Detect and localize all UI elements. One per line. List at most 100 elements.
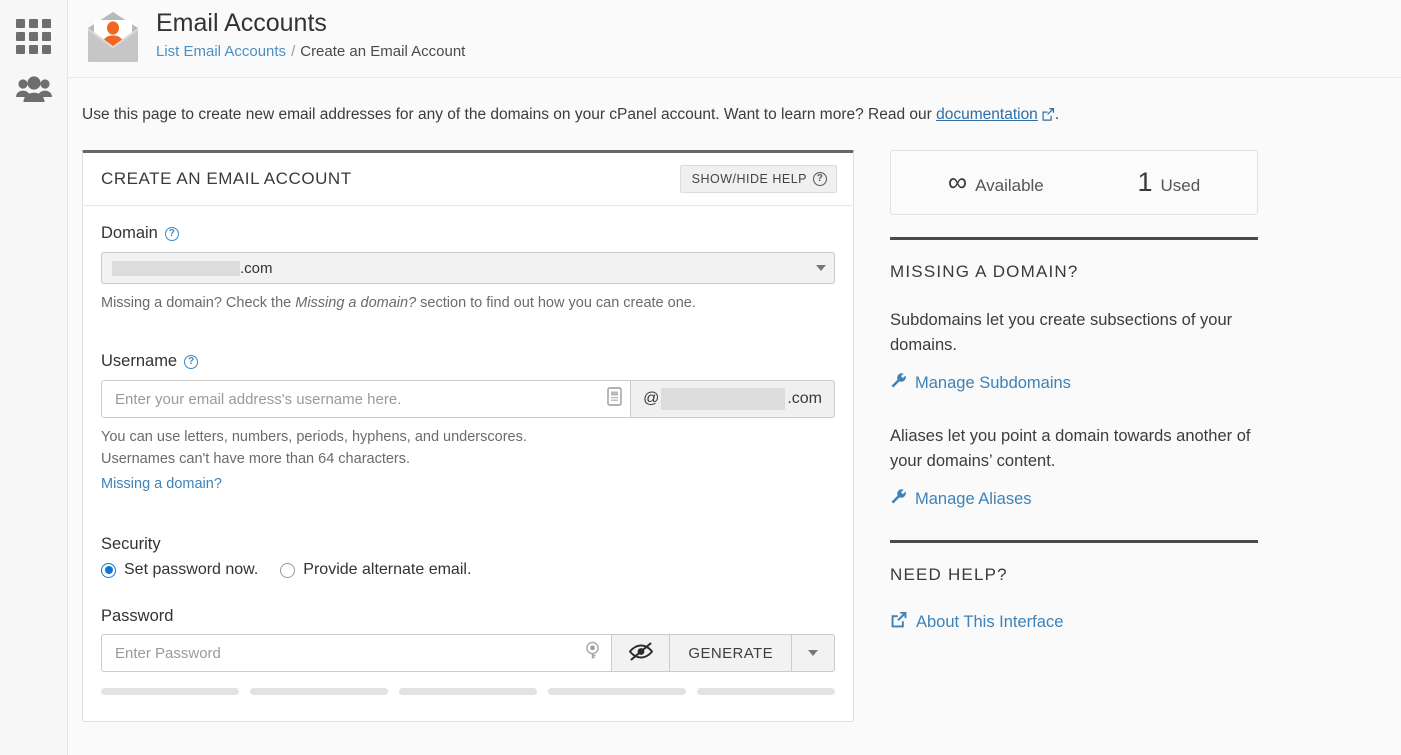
- page-title: Email Accounts: [156, 8, 465, 38]
- domain-hint-before: Missing a domain? Check the: [101, 295, 295, 311]
- intro-text-after: .: [1055, 106, 1059, 123]
- breadcrumb-separator: /: [291, 43, 295, 60]
- domain-label: Domain: [101, 224, 158, 243]
- manage-subdomains-link[interactable]: Manage Subdomains: [890, 372, 1258, 394]
- strength-segment: [101, 688, 239, 695]
- password-options-dropdown-button[interactable]: [791, 634, 835, 672]
- stat-available-value: ∞: [948, 169, 967, 196]
- sidebar-item-apps[interactable]: [0, 8, 68, 64]
- domain-help-icon[interactable]: ?: [165, 227, 179, 241]
- radio-provide-alternate-email-label: Provide alternate email.: [303, 561, 471, 579]
- manage-aliases-link[interactable]: Manage Aliases: [890, 488, 1258, 510]
- panel-title: CREATE AN EMAIL ACCOUNT: [101, 169, 352, 189]
- external-link-icon: [1041, 106, 1055, 128]
- divider: [890, 540, 1258, 543]
- domain-hint-after: section to find out how you can create o…: [416, 295, 696, 311]
- username-input[interactable]: [101, 380, 631, 418]
- username-domain-addon: @ .com: [631, 380, 835, 418]
- breadcrumb: List Email Accounts / Create an Email Acco…: [156, 42, 465, 62]
- about-this-interface-link[interactable]: About This Interface: [890, 611, 1258, 634]
- stat-used-value: 1: [1137, 169, 1152, 196]
- username-input-group: @ .com: [101, 380, 835, 418]
- eye-slash-icon: [628, 641, 654, 666]
- addon-domain-redaction: [661, 388, 785, 410]
- domain-hint: Missing a domain? Check the Missing a do…: [101, 292, 835, 314]
- strength-segment: [250, 688, 388, 695]
- radio-set-password-now-label: Set password now.: [124, 561, 258, 579]
- security-label: Security: [101, 535, 835, 554]
- show-hide-help-label: SHOW/HIDE HELP: [692, 172, 807, 186]
- email-envelope-user-icon: [82, 6, 144, 68]
- username-hint-1: You can use letters, numbers, periods, h…: [101, 426, 835, 448]
- subdomains-description: Subdomains let you create subsections of…: [890, 308, 1258, 358]
- missing-a-domain-link[interactable]: Missing a domain?: [101, 476, 222, 492]
- breadcrumb-link-list-email-accounts[interactable]: List Email Accounts: [156, 43, 286, 60]
- panel-header: CREATE AN EMAIL ACCOUNT SHOW/HIDE HELP ?: [83, 153, 853, 206]
- password-input[interactable]: [101, 634, 611, 672]
- intro-text: Use this page to create new email addres…: [68, 78, 1401, 138]
- app-root: Email Accounts List Email Accounts / Creat…: [0, 0, 1401, 755]
- domain-select-wrap: .com: [101, 252, 835, 284]
- username-label-row: Username ?: [101, 352, 835, 371]
- show-hide-help-button[interactable]: SHOW/HIDE HELP ?: [680, 165, 837, 193]
- users-icon: [15, 75, 53, 110]
- divider: [890, 237, 1258, 240]
- manage-subdomains-label: Manage Subdomains: [915, 374, 1071, 393]
- account-stats: ∞ Available 1 Used: [890, 150, 1258, 215]
- password-label: Password: [101, 607, 835, 626]
- radio-set-password-now-input[interactable]: [101, 563, 116, 578]
- strength-segment: [399, 688, 537, 695]
- sidebar-item-user-manager[interactable]: [0, 64, 68, 120]
- chevron-down-icon: [808, 650, 818, 656]
- create-email-account-panel: CREATE AN EMAIL ACCOUNT SHOW/HIDE HELP ?…: [82, 150, 854, 722]
- page-header: Email Accounts List Email Accounts / Creat…: [68, 0, 1401, 78]
- domain-selected-value: .com: [240, 260, 273, 277]
- external-link-icon: [890, 611, 908, 634]
- body-grid: CREATE AN EMAIL ACCOUNT SHOW/HIDE HELP ?…: [68, 138, 1401, 722]
- username-help-icon[interactable]: ?: [184, 355, 198, 369]
- chevron-down-icon: [816, 265, 826, 271]
- security-radio-group: Set password now. Provide alternate emai…: [101, 561, 835, 579]
- radio-provide-alternate-email-input[interactable]: [280, 563, 295, 578]
- grid-icon: [16, 19, 51, 54]
- domain-label-row: Domain ?: [101, 224, 835, 243]
- wrench-icon: [890, 372, 907, 394]
- wrench-icon: [890, 488, 907, 510]
- toggle-password-visibility-button[interactable]: [611, 634, 669, 672]
- generate-password-label: GENERATE: [688, 645, 773, 662]
- domain-redaction: [112, 261, 240, 276]
- sidebar-heading-missing-a-domain: MISSING A DOMAIN?: [890, 262, 1258, 282]
- stat-available: ∞ Available: [948, 169, 1044, 196]
- domain-select[interactable]: .com: [101, 252, 835, 284]
- page-header-text: Email Accounts List Email Accounts / Creat…: [156, 6, 465, 62]
- stat-available-label: Available: [975, 176, 1044, 196]
- breadcrumb-current: Create an Email Account: [300, 43, 465, 60]
- username-label: Username: [101, 352, 177, 371]
- form-column: CREATE AN EMAIL ACCOUNT SHOW/HIDE HELP ?…: [82, 150, 854, 722]
- strength-segment: [697, 688, 835, 695]
- radio-provide-alternate-email[interactable]: Provide alternate email.: [280, 561, 471, 579]
- about-this-interface-label: About This Interface: [916, 613, 1063, 632]
- addon-at-symbol: @: [643, 390, 659, 408]
- password-strength-meter: [101, 688, 835, 695]
- stat-used-label: Used: [1160, 176, 1200, 196]
- panel-body: Domain ? .com Missing a domain? Check th…: [83, 206, 853, 721]
- password-input-shell: [101, 634, 611, 672]
- question-circle-icon: ?: [813, 172, 827, 186]
- intro-text-before: Use this page to create new email addres…: [82, 106, 936, 123]
- aliases-description: Aliases let you point a domain towards a…: [890, 424, 1258, 474]
- documentation-link[interactable]: documentation: [936, 106, 1038, 123]
- strength-segment: [548, 688, 686, 695]
- sidebar-column: ∞ Available 1 Used MISSING A DOMAIN? Sub…: [890, 150, 1258, 722]
- password-row: GENERATE: [101, 634, 835, 672]
- addon-domain-tld: .com: [787, 390, 822, 408]
- manage-aliases-label: Manage Aliases: [915, 490, 1032, 509]
- username-input-shell: [101, 380, 631, 418]
- left-rail: [0, 0, 68, 755]
- domain-hint-emphasis: Missing a domain?: [295, 295, 416, 311]
- main-content: Email Accounts List Email Accounts / Creat…: [68, 0, 1401, 755]
- username-hint-2: Usernames can't have more than 64 charac…: [101, 448, 835, 470]
- generate-password-button[interactable]: GENERATE: [669, 634, 791, 672]
- radio-set-password-now[interactable]: Set password now.: [101, 561, 258, 579]
- sidebar-heading-need-help: NEED HELP?: [890, 565, 1258, 585]
